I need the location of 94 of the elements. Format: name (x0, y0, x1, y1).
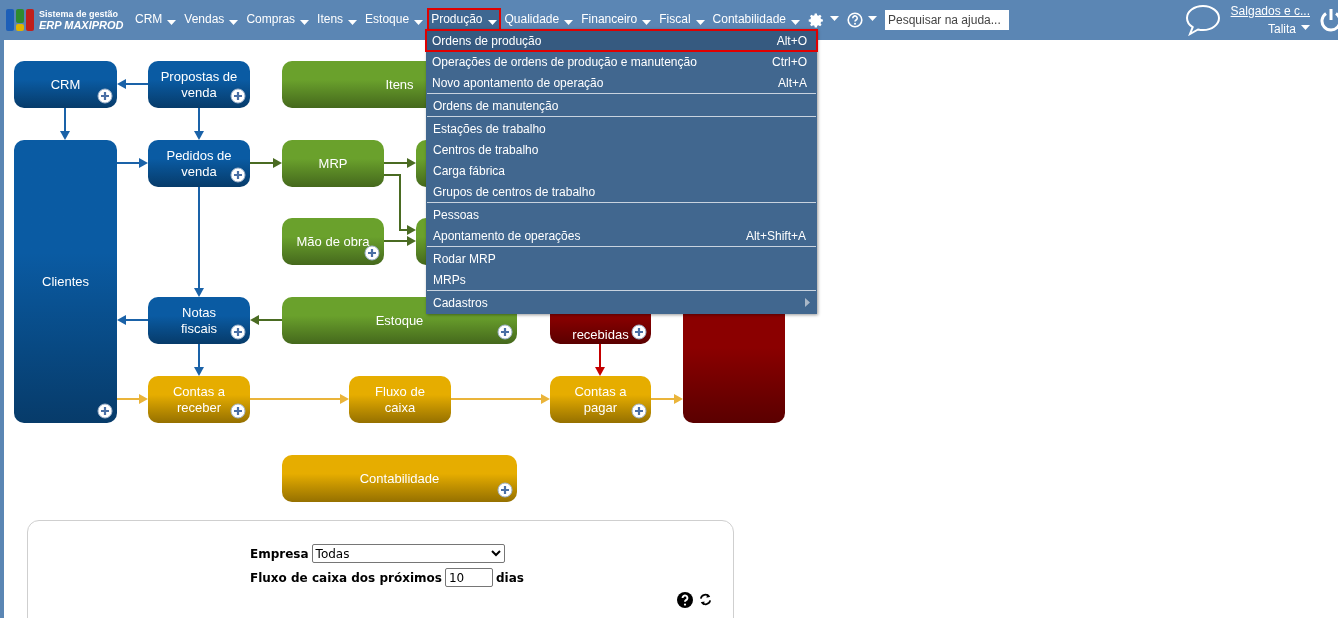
plus-icon[interactable] (97, 403, 113, 419)
caret-icon (1301, 25, 1310, 30)
arrow (650, 394, 683, 404)
node-label: Mão de obra (296, 233, 370, 250)
menu-item[interactable]: Rodar MRP (427, 248, 816, 269)
plus-icon[interactable] (230, 324, 246, 340)
chat-icon[interactable] (1184, 4, 1221, 36)
arrow (249, 158, 282, 168)
menu-tab[interactable]: Financeiro (577, 8, 656, 32)
caret-icon (830, 16, 839, 21)
node-label: MRP (318, 155, 348, 172)
days-field[interactable]: 10 (444, 568, 493, 587)
caret-icon (642, 20, 652, 25)
menu-tab[interactable]: Qualidade (500, 8, 578, 32)
arrow (250, 315, 283, 325)
field-label: Fluxo de caixa dos próximos (250, 569, 442, 587)
company-select[interactable]: Todas (311, 544, 505, 563)
menu-tab[interactable]: Estoque (361, 8, 428, 32)
brand-title: ERP MAXIPROD (39, 20, 125, 31)
menu-item[interactable]: Carga fábrica (427, 160, 816, 181)
menu-item[interactable]: Cadastros (427, 292, 816, 313)
flow-node[interactable]: CRM (14, 61, 117, 108)
plus-icon[interactable] (631, 324, 647, 340)
arrow (117, 315, 149, 325)
field-label: Empresa (250, 545, 309, 563)
flow-node[interactable]: Propostas de venda (148, 61, 250, 108)
arrow (194, 343, 204, 376)
help-icon (847, 12, 863, 28)
caret-icon (791, 20, 800, 25)
menu-tab[interactable]: Contabilidade (708, 8, 804, 32)
node-label: Contabilidade (359, 470, 440, 487)
logo-icon (6, 7, 35, 33)
caret-icon (868, 16, 877, 21)
menu-item[interactable]: Grupos de centros de trabalho (427, 181, 816, 202)
node-label: CRM (50, 76, 81, 93)
chevron-icon (490, 550, 501, 557)
user-menu[interactable]: Talita (1268, 20, 1310, 38)
node-label: Itens (385, 76, 414, 93)
caret-icon (300, 20, 310, 25)
flow-node[interactable]: Mão de obra (282, 218, 384, 265)
plus-icon[interactable] (364, 245, 380, 261)
arrow (595, 343, 605, 376)
power-icon[interactable] (1320, 8, 1338, 32)
menu-item[interactable]: Apontamento de operações Alt+Shift+A (427, 225, 816, 246)
node-label: Clientes (42, 273, 89, 290)
menu-tab[interactable]: Produção (427, 8, 501, 32)
menu-tab[interactable]: Vendas (180, 8, 243, 32)
arrow (194, 107, 204, 140)
submenu-arrow-icon (805, 298, 810, 307)
node-label: Pedidos de venda (166, 147, 232, 180)
node-label: Propostas de venda (160, 68, 238, 101)
field-suffix: dias (495, 569, 524, 587)
brand-subtitle: Sistema de gestão (39, 9, 120, 20)
caret-icon (229, 20, 239, 25)
menu-item[interactable]: MRPs (427, 269, 816, 290)
menu-tab[interactable]: Fiscal (655, 8, 709, 32)
arrow (383, 158, 416, 168)
menu-tab[interactable]: Itens (313, 8, 362, 32)
caret-icon (348, 20, 358, 25)
menu-item[interactable]: Pessoas (427, 204, 816, 225)
help-icon[interactable] (677, 592, 693, 608)
refresh-icon[interactable] (698, 592, 713, 607)
company-link[interactable]: Salgados e c... (1230, 2, 1310, 20)
caret-icon (695, 20, 705, 25)
node-label: Contas a receber (172, 383, 225, 416)
caret-icon (167, 20, 177, 25)
node-label: Estoque (375, 312, 424, 329)
menu-item[interactable]: Estações de trabalho (427, 118, 816, 139)
menu-item[interactable]: Ordens de manutenção (427, 95, 816, 116)
arrow (117, 79, 149, 89)
arrow (60, 107, 70, 140)
plus-icon[interactable] (230, 88, 246, 104)
settings-icon (808, 11, 825, 29)
flow-node[interactable]: MRP (282, 140, 384, 187)
menu-tab[interactable]: Compras (242, 8, 314, 32)
plus-icon[interactable] (97, 88, 113, 104)
node-label: recebidas (572, 327, 629, 343)
caret-icon (564, 20, 574, 25)
plus-icon[interactable] (497, 324, 513, 340)
node-label: Notas fiscais (180, 304, 218, 337)
menu-tab[interactable]: CRM (131, 8, 181, 32)
arrow (116, 394, 148, 404)
flow-node[interactable]: Notas fiscais (148, 297, 250, 344)
caret-icon (414, 20, 424, 25)
search-field[interactable]: Pesquisar na ajuda... (885, 10, 1009, 30)
arrow (116, 158, 148, 168)
menu-item[interactable]: Ordens de produção Alt+O (426, 30, 817, 51)
node-label: Fluxo de caixa (375, 383, 425, 416)
node-label: Contas a pagar (574, 383, 627, 416)
caret-icon (487, 20, 497, 25)
flow-node[interactable]: Clientes (14, 140, 117, 423)
flow-node[interactable]: Pedidos de venda (148, 140, 250, 187)
menu-item[interactable]: Centros de trabalho (427, 139, 816, 160)
plus-icon[interactable] (230, 167, 246, 183)
